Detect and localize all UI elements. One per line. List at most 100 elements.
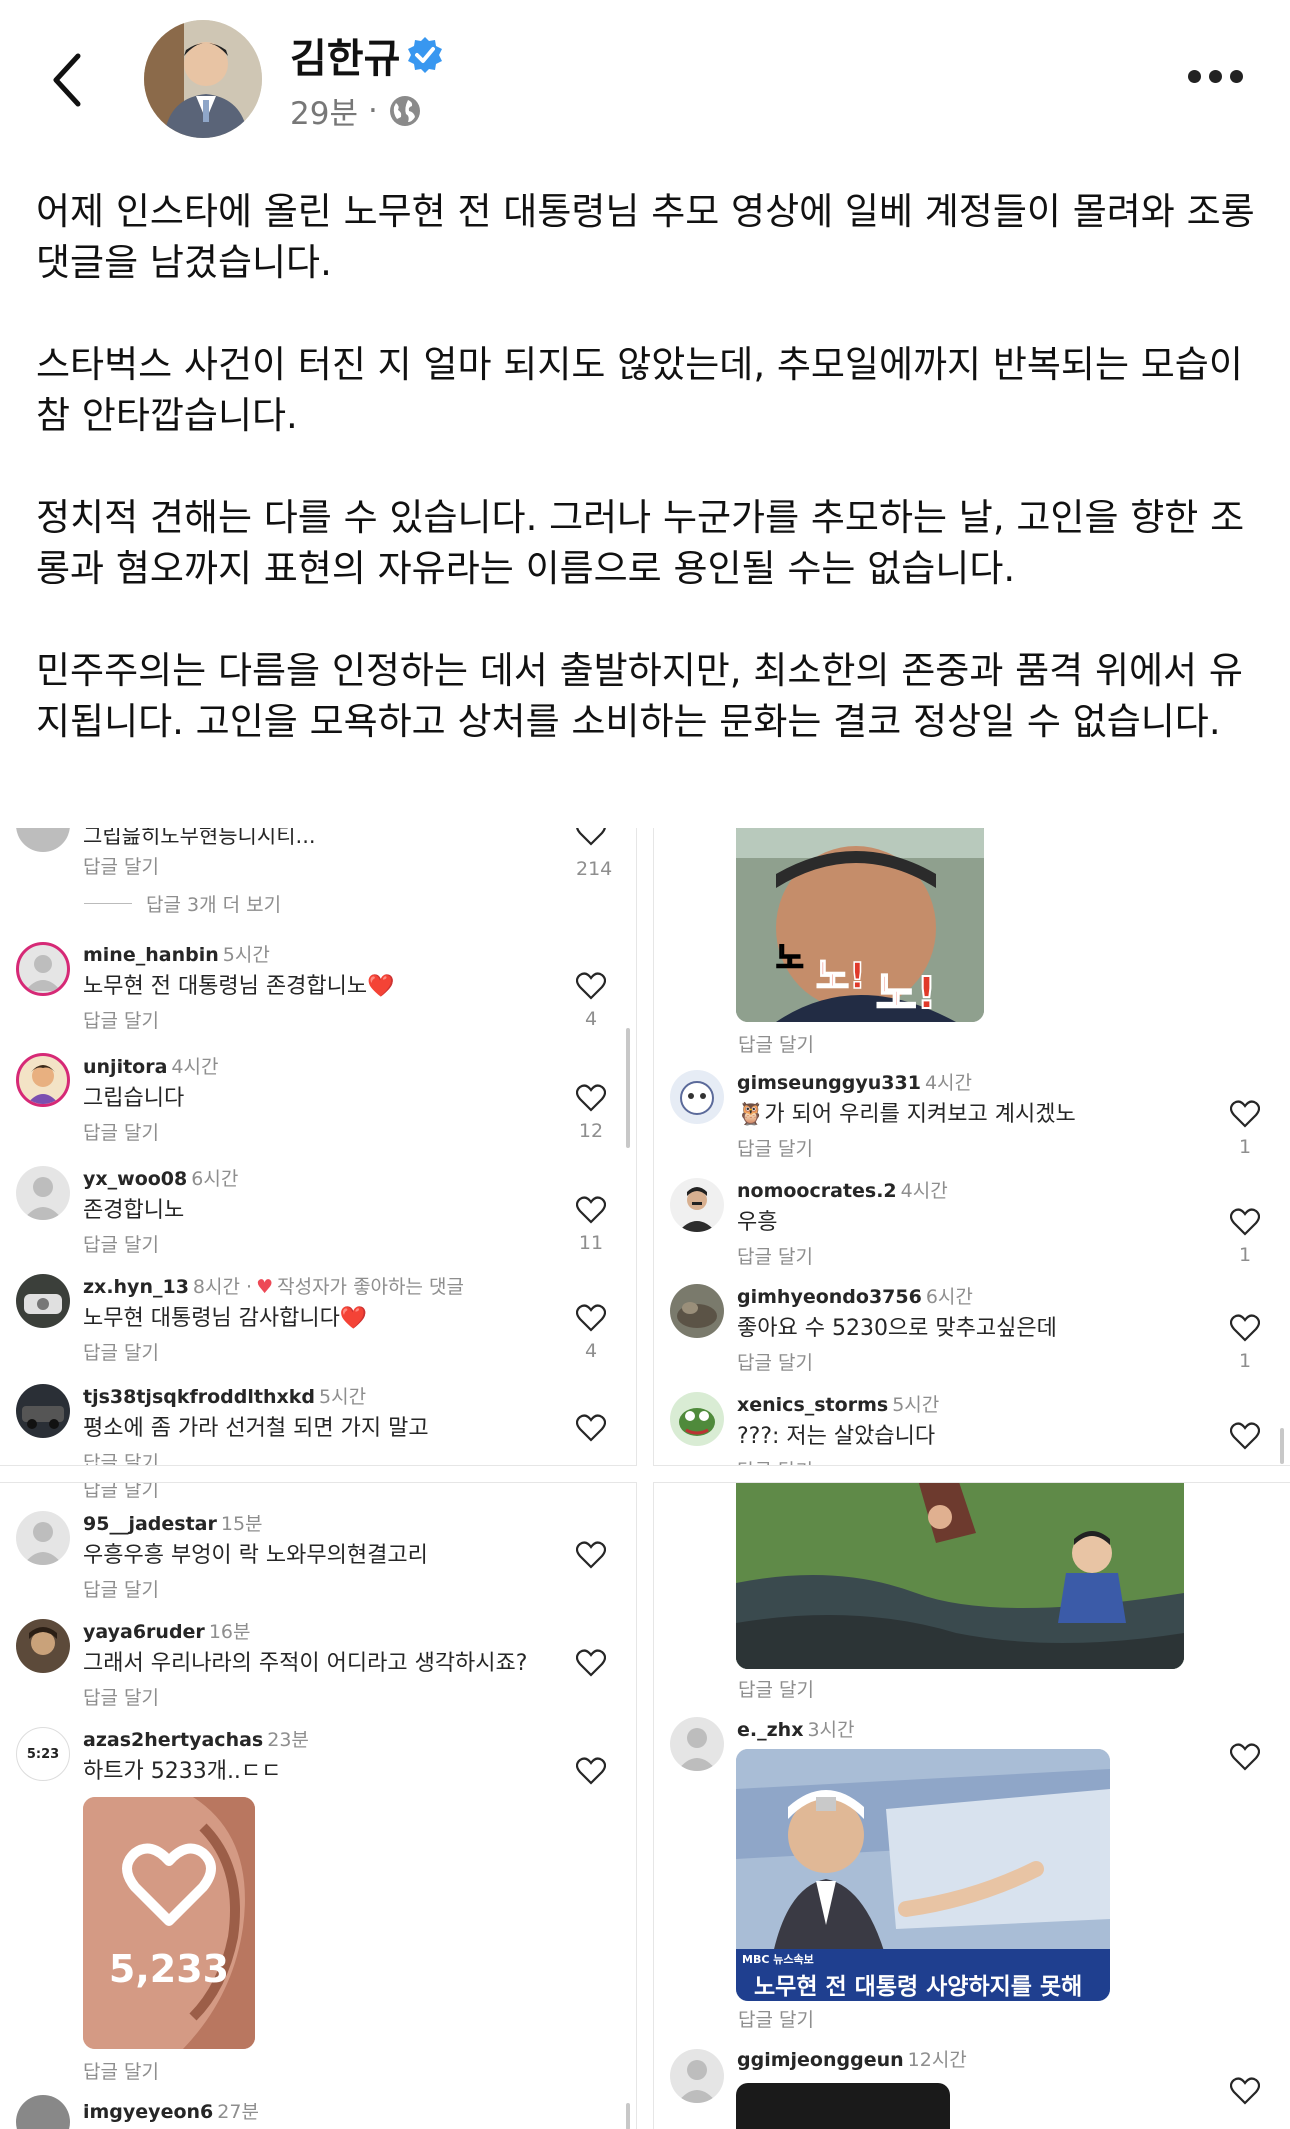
avatar <box>670 1717 724 1771</box>
comment-username[interactable]: mine_hanbin 5시간 <box>83 940 270 967</box>
post-text: 어제 인스타에 올린 노무현 전 대통령님 추모 영상에 일베 계정들이 몰려와… <box>36 186 1256 747</box>
like-count: 11 <box>578 1232 604 1254</box>
post-time: 29분 <box>290 96 358 132</box>
avatar <box>670 2049 724 2103</box>
news-image: MBC 뉴스속보 노무현 전 대통령 사양하지를 못해 <box>736 1749 1110 2001</box>
comment-screenshot-4[interactable]: 답글 달기 e._zhx 3시간 MBC 뉴스속보 노무현 전 대통령 사양하지를… <box>653 1482 1290 2129</box>
meme-image <box>736 2083 950 2129</box>
author-avatar[interactable] <box>144 20 262 138</box>
scrollbar[interactable] <box>626 1028 630 1148</box>
reply-button[interactable]: 답글 달기 <box>83 1483 159 1502</box>
comment-username[interactable]: zx.hyn_13 8시간 · ♥ 작성자가 좋아하는 댓글 <box>83 1272 464 1299</box>
comment-text: 존경합니노 <box>83 1198 185 1223</box>
reply-button[interactable]: 답글 달기 <box>83 1006 159 1033</box>
globe-icon <box>388 94 422 128</box>
reply-button[interactable]: 답글 달기 <box>83 1683 159 1710</box>
reply-button[interactable]: 답글 달기 <box>83 1230 159 1257</box>
post-paragraph: 어제 인스타에 올린 노무현 전 대통령님 추모 영상에 일베 계정들이 몰려와… <box>36 190 1255 284</box>
comment-text: 평소에 좀 가라 선거철 되면 가지 말고 <box>83 1416 429 1441</box>
reply-button[interactable]: 답글 달기 <box>737 1348 813 1375</box>
more-options-icon[interactable] <box>1188 70 1248 90</box>
comment-username[interactable]: nomoocrates.2 4시간 <box>737 1176 948 1203</box>
like-count: 1 <box>1238 1350 1252 1372</box>
heart-icon[interactable] <box>1229 1208 1261 1236</box>
avatar <box>16 1053 70 1107</box>
comment-username[interactable]: 95__jadestar 15분 <box>83 1509 263 1536</box>
comment-username[interactable]: yx_woo08 6시간 <box>83 1164 238 1191</box>
avatar <box>16 1511 70 1565</box>
svg-text:노!: 노! <box>816 956 866 997</box>
avatar: 5:23 <box>16 1727 70 1781</box>
heart-icon[interactable] <box>575 1541 607 1569</box>
comment-text: 우흥우흥 부엉이 락 노와무의현결고리 <box>83 1543 428 1568</box>
avatar <box>16 1166 70 1220</box>
comment-username[interactable]: unjitora 4시간 <box>83 1052 218 1079</box>
reply-button[interactable]: 답글 달기 <box>83 2057 159 2084</box>
reply-button[interactable]: 답글 달기 <box>83 1118 159 1145</box>
comment-username[interactable]: yaya6ruder 16분 <box>83 1617 250 1644</box>
comment-username[interactable]: e._zhx 3시간 <box>737 1715 855 1742</box>
avatar <box>16 1384 70 1438</box>
comment-screenshot-2[interactable]: 노 노! 노! 답글 달기 gimseunggyu331 4시간 🦉가 되어 우리… <box>653 828 1290 1466</box>
heart-icon[interactable] <box>575 1757 607 1785</box>
avatar <box>670 1178 724 1232</box>
reply-button[interactable]: 답글 달기 <box>738 2005 814 2032</box>
heart-icon[interactable] <box>575 1414 607 1442</box>
post-header: 김한규 29분 · <box>0 0 1290 160</box>
scrollbar[interactable] <box>1280 1428 1284 1464</box>
heart-count-image: 5,233 <box>83 1797 255 2049</box>
author-name[interactable]: 김한규 <box>290 26 400 84</box>
reply-button[interactable]: 답글 달기 <box>737 1134 813 1161</box>
avatar <box>670 1284 724 1338</box>
comment-text: 🦉가 되어 우리를 지켜보고 계시겠노 <box>737 1102 1076 1127</box>
reply-button[interactable]: 답글 달기 <box>83 852 159 879</box>
more-replies-button[interactable]: 답글 3개 더 보기 <box>84 890 281 917</box>
heart-count-label: 5,233 <box>108 1947 230 1991</box>
heart-icon[interactable] <box>575 972 607 1000</box>
reply-button[interactable]: 답글 달기 <box>83 1575 159 1602</box>
heart-icon[interactable] <box>576 828 606 846</box>
comment-username[interactable]: imgyeyeon6 27분 <box>83 2097 259 2124</box>
reply-button[interactable]: 답글 달기 <box>83 1448 159 1465</box>
heart-icon[interactable] <box>1229 1100 1261 1128</box>
scrollbar[interactable] <box>626 2103 630 2129</box>
back-icon[interactable] <box>48 50 88 110</box>
like-count: 214 <box>576 858 613 880</box>
comment-username[interactable]: gimhyeondo3756 6시간 <box>737 1282 973 1309</box>
heart-icon[interactable] <box>1229 1422 1261 1450</box>
reply-button[interactable]: 답글 달기 <box>738 1030 814 1057</box>
comment-screenshot-3[interactable]: 답글 달기 95__jadestar 15분 우흥우흥 부엉이 락 노와무의현결고… <box>0 1482 637 2129</box>
heart-icon[interactable] <box>575 1649 607 1677</box>
comment-username[interactable]: xenics_storms 5시간 <box>737 1390 939 1417</box>
heart-icon[interactable] <box>1229 2077 1261 2105</box>
comment-text: 그립습니다 <box>83 1086 185 1111</box>
like-count: 12 <box>578 1120 604 1142</box>
reply-button[interactable]: 답글 달기 <box>737 1242 813 1269</box>
heart-icon[interactable] <box>1229 1743 1261 1771</box>
heart-icon[interactable] <box>1229 1314 1261 1342</box>
comment-text: 좋아요 수 5230으로 맞추고싶은데 <box>737 1316 1057 1341</box>
post-paragraph: 정치적 견해는 다를 수 있습니다. 그러나 누군가를 추모하는 날, 고인을 … <box>36 496 1245 590</box>
heart-icon[interactable] <box>575 1084 607 1112</box>
avatar <box>16 2095 70 2129</box>
svg-text:노!: 노! <box>876 968 937 1019</box>
reply-button[interactable]: 답글 달기 <box>737 1456 813 1465</box>
avatar <box>16 1619 70 1673</box>
avatar <box>670 1070 724 1124</box>
avatar <box>670 1392 724 1446</box>
meta-separator: · <box>367 92 378 129</box>
post-paragraph: 스타벅스 사건이 터진 지 얼마 되지도 않았는데, 추모일에까지 반복되는 모… <box>36 343 1243 437</box>
heart-icon[interactable] <box>575 1304 607 1332</box>
reply-button[interactable]: 답글 달기 <box>83 1338 159 1365</box>
comment-username[interactable]: tjs38tjsqkfroddlthxkd 5시간 <box>83 1382 366 1409</box>
post-paragraph: 민주주의는 다름을 인정하는 데서 출발하지만, 최소한의 존중과 품격 위에서… <box>36 649 1243 743</box>
comment-username[interactable]: gimseunggyu331 4시간 <box>737 1068 972 1095</box>
reply-button[interactable]: 답글 달기 <box>738 1675 814 1702</box>
comment-text: 노무현 대통령님 감사합니다❤️ <box>83 1306 368 1331</box>
heart-icon[interactable] <box>575 1196 607 1224</box>
comment-username[interactable]: azas2hertyachas 23분 <box>83 1725 309 1752</box>
avatar <box>16 942 70 996</box>
comment-username[interactable]: ggimjeonggeun 12시간 <box>737 2045 967 2072</box>
comment-screenshot-1[interactable]: 그립읊히노무현등니시티... 답글 달기 214 답글 3개 더 보기 mine… <box>0 828 637 1466</box>
comment-text: 하트가 5233개..ㄷㄷ <box>83 1759 282 1784</box>
